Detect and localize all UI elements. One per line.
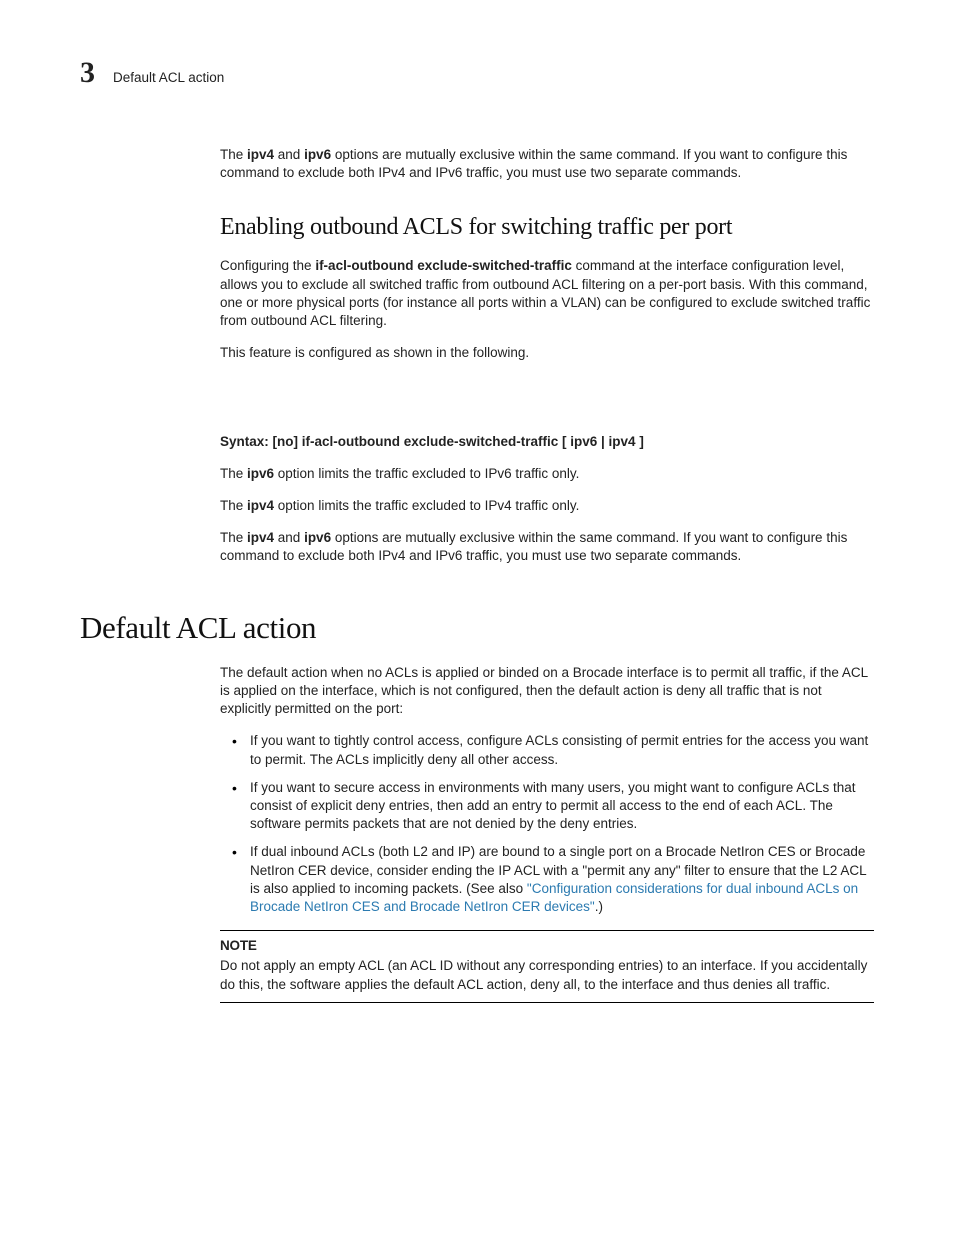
list-item: If you want to tightly control access, c… xyxy=(220,732,874,768)
intro-paragraph: The ipv4 and ipv6 options are mutually e… xyxy=(220,146,874,182)
section-heading-default-acl: Default ACL action xyxy=(80,610,874,646)
ipv4-term: ipv4 xyxy=(247,530,274,545)
note-heading: NOTE xyxy=(220,937,874,955)
ipv6-term: ipv6 xyxy=(247,466,274,481)
bullet-list: If you want to tightly control access, c… xyxy=(220,732,874,916)
syntax-line: Syntax: [no] if-acl-outbound exclude-swi… xyxy=(220,433,874,451)
ipv4-term: ipv4 xyxy=(247,498,274,513)
h1-wrap: Default ACL action xyxy=(80,610,874,646)
section2-block: The default action when no ACLs is appli… xyxy=(220,664,874,1003)
list-item: If dual inbound ACLs (both L2 and IP) ar… xyxy=(220,843,874,916)
command-term: if-acl-outbound exclude-switched-traffic xyxy=(315,258,572,273)
section1-p2: This feature is configured as shown in t… xyxy=(220,344,874,362)
list-item: If you want to secure access in environm… xyxy=(220,779,874,834)
ipv6-term: ipv6 xyxy=(304,530,331,545)
note-block: NOTE Do not apply an empty ACL (an ACL I… xyxy=(220,930,874,1003)
section2-p1: The default action when no ACLs is appli… xyxy=(220,664,874,719)
page: 3 Default ACL action The ipv4 and ipv6 o… xyxy=(0,0,954,1235)
chapter-number: 3 xyxy=(80,58,95,88)
ipv4-term: ipv4 xyxy=(247,147,274,162)
section1-p3: The ipv6 option limits the traffic exclu… xyxy=(220,465,874,483)
section1-p5: The ipv4 and ipv6 options are mutually e… xyxy=(220,529,874,565)
running-header: 3 Default ACL action xyxy=(80,58,874,88)
section1-p4: The ipv4 option limits the traffic exclu… xyxy=(220,497,874,515)
section-heading-enabling-outbound: Enabling outbound ACLS for switching tra… xyxy=(220,214,874,241)
note-body: Do not apply an empty ACL (an ACL ID wit… xyxy=(220,957,874,993)
ipv6-term: ipv6 xyxy=(304,147,331,162)
intro-block: The ipv4 and ipv6 options are mutually e… xyxy=(220,146,874,566)
section1-p1: Configuring the if-acl-outbound exclude-… xyxy=(220,257,874,330)
spacer xyxy=(220,377,874,433)
running-title: Default ACL action xyxy=(113,70,224,85)
